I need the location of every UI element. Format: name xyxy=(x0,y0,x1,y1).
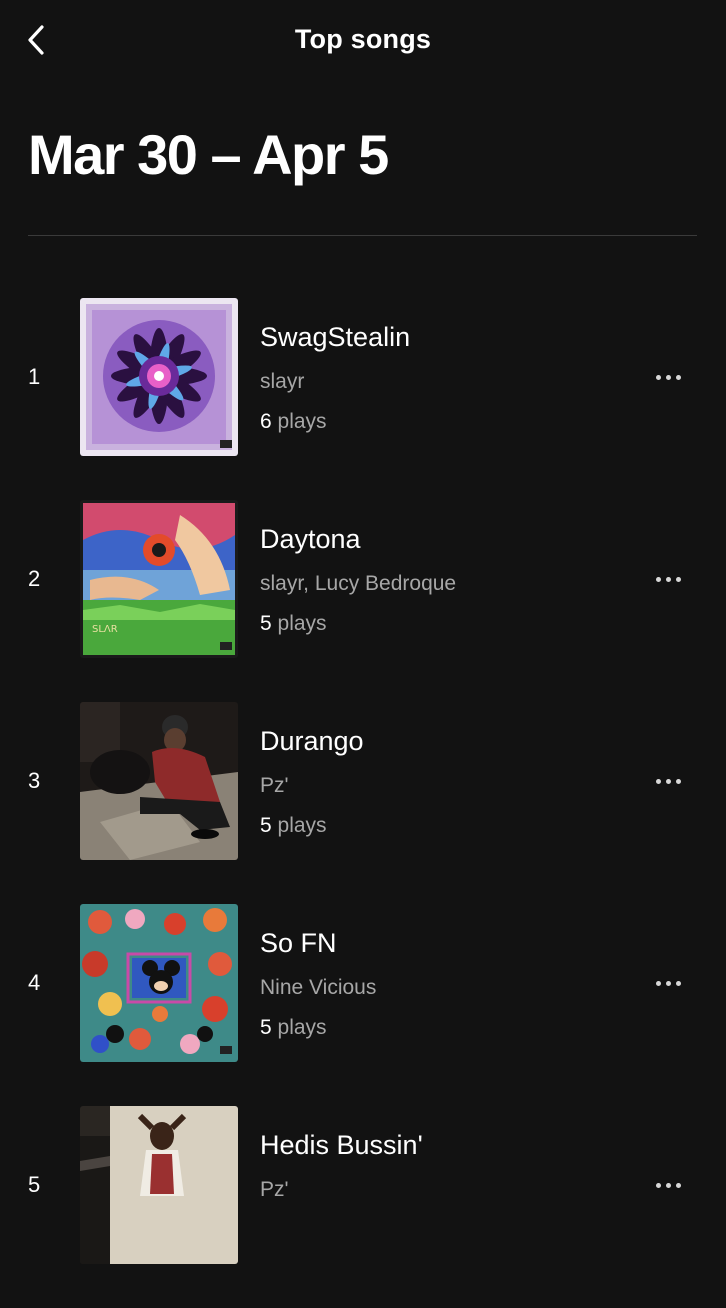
more-options-button[interactable] xyxy=(646,564,690,594)
song-title: Hedis Bussin' xyxy=(260,1130,423,1160)
song-artist[interactable]: Pz' xyxy=(260,1178,289,1202)
plays-count: 5 xyxy=(260,1016,272,1039)
plays-count: 6 xyxy=(260,410,272,433)
album-cover xyxy=(80,904,238,1062)
song-list: 1 SwagStealin slayr 6 plays 2 SLΛR Dayto… xyxy=(0,298,726,1308)
song-row[interactable]: 1 SwagStealin slayr 6 plays xyxy=(0,298,726,456)
song-artist[interactable]: slayr xyxy=(260,370,304,394)
date-range-heading: Mar 30 – Apr 5 xyxy=(28,123,389,186)
plays-label: plays xyxy=(271,612,327,635)
plays-count: 5 xyxy=(260,814,272,837)
song-row[interactable]: 3 Durango Pz' 5 plays xyxy=(0,702,726,860)
song-plays: 6 plays xyxy=(260,410,327,434)
song-artist[interactable]: slayr, Lucy Bedroque xyxy=(260,572,456,596)
song-title: Daytona xyxy=(260,524,361,554)
album-cover xyxy=(80,298,238,456)
more-horizontal-icon xyxy=(655,576,661,582)
more-horizontal-icon xyxy=(655,374,661,380)
svg-text:SLΛR: SLΛR xyxy=(92,624,118,635)
more-options-button[interactable] xyxy=(646,1170,690,1200)
song-plays: 5 plays xyxy=(260,612,327,636)
plays-label: plays xyxy=(271,410,327,433)
song-artist[interactable]: Nine Vicious xyxy=(260,976,376,1000)
song-rank: 4 xyxy=(28,970,41,995)
more-options-button[interactable] xyxy=(646,362,690,392)
song-artist[interactable]: Pz' xyxy=(260,774,289,798)
plays-count: 5 xyxy=(260,612,272,635)
page-title: Top songs xyxy=(294,24,432,54)
divider xyxy=(28,235,697,236)
album-cover: SLΛR xyxy=(80,500,238,658)
song-row[interactable]: 5 Hedis Bussin' Pz' xyxy=(0,1106,726,1264)
song-plays: 5 plays xyxy=(260,1016,327,1040)
album-cover xyxy=(80,1106,238,1264)
song-plays: 5 plays xyxy=(260,814,327,838)
song-rank: 3 xyxy=(28,768,41,793)
song-rank: 2 xyxy=(28,566,41,591)
more-horizontal-icon xyxy=(655,980,661,986)
song-row[interactable]: 2 SLΛR Daytona slayr, Lucy Bedroque 5 pl… xyxy=(0,500,726,658)
more-options-button[interactable] xyxy=(646,968,690,998)
song-title: So FN xyxy=(260,928,337,958)
song-row[interactable]: 4 So FN Nine Vicious 5 plays xyxy=(0,904,726,1062)
top-bar: Top songs xyxy=(0,0,726,82)
more-horizontal-icon xyxy=(655,778,661,784)
song-title: SwagStealin xyxy=(260,322,411,352)
song-rank: 1 xyxy=(28,364,41,389)
album-cover xyxy=(80,702,238,860)
plays-label: plays xyxy=(271,814,327,837)
more-options-button[interactable] xyxy=(646,766,690,796)
plays-label: plays xyxy=(271,1016,327,1039)
more-horizontal-icon xyxy=(655,1182,661,1188)
song-rank: 5 xyxy=(28,1172,41,1197)
song-title: Durango xyxy=(260,726,364,756)
